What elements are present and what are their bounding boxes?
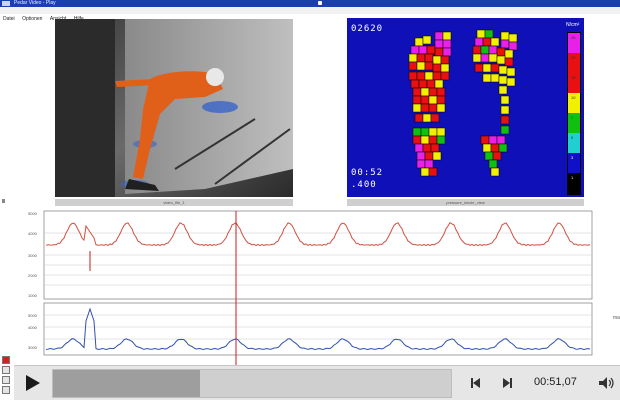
seek-bar[interactable]: [52, 369, 452, 398]
frame-counter: 02620: [351, 24, 384, 34]
scale-step: 20: [568, 53, 580, 73]
scale-unit: N/cm²: [566, 22, 580, 28]
record-icon[interactable]: [2, 356, 10, 364]
graph-toolbar: [0, 354, 12, 398]
scale-step: 1: [568, 173, 580, 194]
y-tick: 5000: [28, 211, 38, 216]
y-tick: 2000: [28, 273, 38, 278]
skip-back-button[interactable]: [469, 375, 483, 391]
video-caption: video_file_1: [55, 199, 293, 206]
window-caption: Pedar Video - Play: [14, 0, 56, 6]
time-readout: 00:51,07: [534, 376, 577, 388]
video-view: [55, 19, 293, 197]
playback-controls: 00:51,07: [14, 365, 620, 400]
scale-step: 5: [568, 133, 580, 153]
scale-step: 15: [568, 73, 580, 93]
y-tick: 4000: [28, 325, 38, 330]
menu-bar: Datei Optionen Ansicht Hilfe: [0, 7, 620, 22]
seek-progress: [53, 370, 201, 397]
splitter-handle[interactable]: [2, 199, 5, 203]
title-bar: Pedar Video - Play: [0, 0, 620, 7]
skip-back-icon: [471, 378, 480, 388]
skip-forward-icon: [503, 378, 512, 388]
graph-side-label: max: [613, 315, 620, 321]
volume-button[interactable]: [597, 375, 615, 391]
pressure-time: 00:52: [351, 168, 384, 178]
grid-icon[interactable]: [2, 376, 10, 384]
pressure-caption: pressure_insole_view: [347, 199, 584, 206]
scale-step: 7: [568, 113, 580, 133]
y-tick: 5000: [28, 313, 38, 318]
menu-item-options[interactable]: Optionen: [22, 16, 42, 22]
y-tick: 4000: [28, 231, 38, 236]
scale-step: 10: [568, 93, 580, 113]
pressure-view: 02620 00:52 .400 N/cm² 25 20 15 10 7 5 3…: [347, 18, 584, 197]
pressure-milliseconds: .400: [351, 180, 377, 190]
y-tick: 3000: [28, 345, 38, 350]
export-icon[interactable]: [2, 386, 10, 394]
y-tick: 1000: [28, 293, 38, 298]
scale-step: 25: [568, 33, 580, 53]
force-graphs[interactable]: 5000 4000 3000 2000 1000 5000 4000 3000: [26, 209, 612, 365]
pressure-scale: 25 20 15 10 7 5 3 1: [567, 32, 581, 195]
zoom-icon[interactable]: [2, 366, 10, 374]
volume-icon: [599, 377, 614, 389]
video-frame: [55, 19, 293, 197]
y-tick: 3000: [28, 253, 38, 258]
app-icon: [2, 1, 10, 6]
play-button[interactable]: [20, 372, 44, 394]
graph-canvas[interactable]: 5000 4000 3000 2000 1000 5000 4000 3000: [26, 209, 612, 365]
insole-map: [408, 29, 518, 177]
skip-forward-button[interactable]: [500, 375, 514, 391]
play-icon: [26, 375, 40, 391]
scale-step: 3: [568, 153, 580, 173]
window-icon: [318, 1, 322, 5]
menu-item-file[interactable]: Datei: [3, 16, 15, 22]
